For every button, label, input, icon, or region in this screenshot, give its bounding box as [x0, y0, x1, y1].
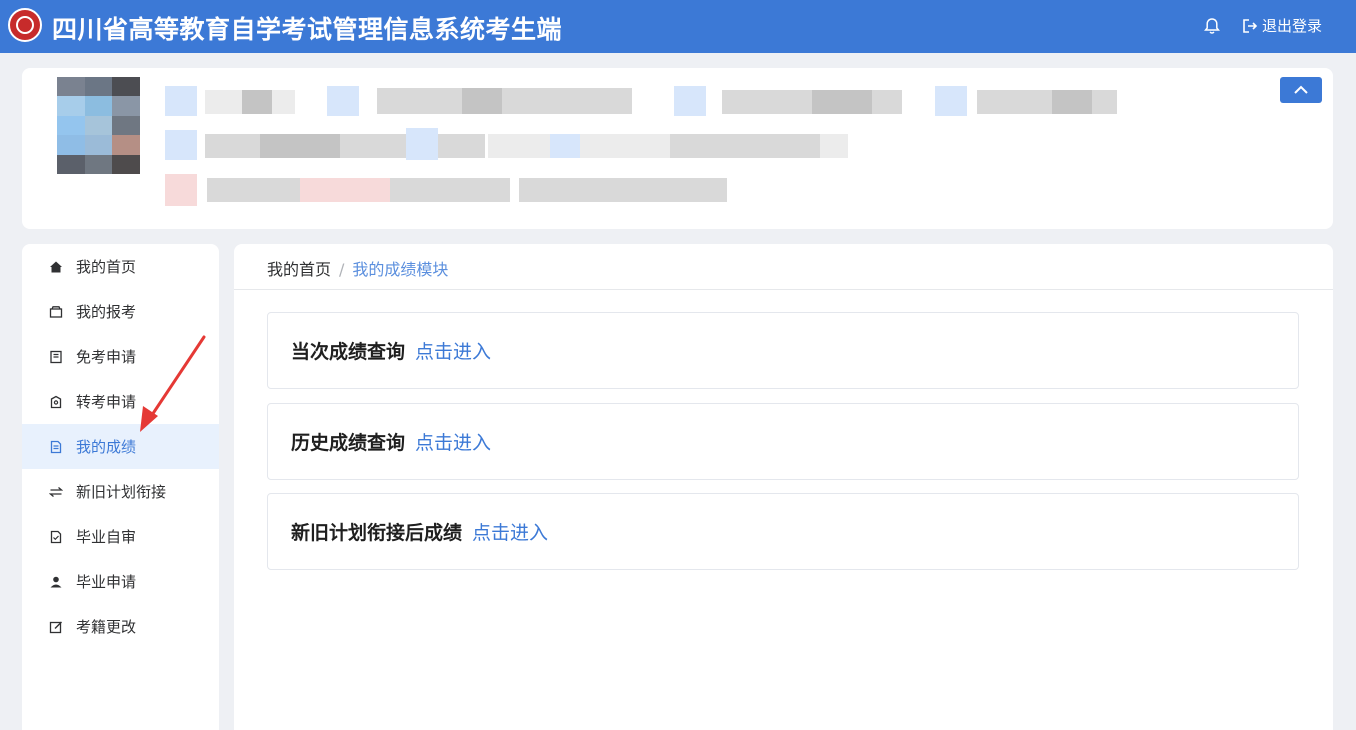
plan-transition-score-card: 新旧计划衔接后成绩 点击进入	[267, 493, 1299, 570]
sidebar-item-label: 新旧计划衔接	[76, 483, 167, 501]
redacted-field	[977, 90, 1117, 114]
box-icon	[49, 305, 63, 318]
logout-button[interactable]: 退出登录	[1242, 15, 1322, 36]
breadcrumb-current: 我的成绩模块	[352, 260, 449, 279]
redacted-field	[670, 134, 820, 158]
sidebar-item-record-change[interactable]: 考籍更改	[22, 604, 219, 649]
sidebar-nav: 我的首页 我的报考 免考申请 转考申请 我的成绩 新旧计划衔接 毕业自审 毕业申…	[22, 244, 219, 730]
sidebar-item-transfer[interactable]: 转考申请	[22, 379, 219, 424]
edit-icon	[49, 621, 62, 633]
app-title: 四川省高等教育自学考试管理信息系统考生端	[52, 15, 563, 44]
card-title: 当次成绩查询	[291, 341, 406, 363]
current-score-query-card: 当次成绩查询 点击进入	[267, 312, 1299, 389]
sidebar-item-label: 我的成绩	[76, 438, 137, 456]
sidebar-item-label: 毕业自审	[76, 528, 137, 546]
sidebar-item-graduation-self-review[interactable]: 毕业自审	[22, 514, 219, 559]
sidebar-item-exam-registration[interactable]: 我的报考	[22, 289, 219, 334]
redacted-field	[300, 178, 390, 202]
university-logo-icon	[8, 8, 42, 42]
redacted-icon	[406, 128, 438, 160]
redacted-icon	[165, 130, 197, 160]
sidebar-item-my-scores[interactable]: 我的成绩	[22, 424, 219, 469]
redacted-icon	[327, 86, 359, 116]
redacted-icon	[935, 86, 967, 116]
sidebar-item-graduation-application[interactable]: 毕业申请	[22, 559, 219, 604]
report-icon	[50, 440, 62, 453]
breadcrumb-home[interactable]: 我的首页	[267, 260, 331, 279]
redacted-field	[519, 178, 727, 202]
redacted-field	[377, 88, 632, 114]
redacted-field	[550, 134, 580, 158]
redacted-field	[205, 134, 485, 158]
collapse-profile-button[interactable]	[1280, 77, 1322, 103]
sidebar-item-label: 我的报考	[76, 303, 137, 321]
sidebar-item-plan-transition[interactable]: 新旧计划衔接	[22, 469, 219, 514]
redacted-field	[1052, 90, 1092, 114]
swap-icon	[49, 486, 63, 497]
redacted-icon	[674, 86, 706, 116]
enter-link[interactable]: 点击进入	[415, 428, 491, 455]
sidebar-item-label: 转考申请	[76, 393, 137, 411]
chevron-up-icon	[1294, 85, 1308, 94]
redacted-icon	[165, 86, 197, 116]
main-panel: 我的首页 / 我的成绩模块 当次成绩查询 点击进入 历史成绩查询 点击进入 新旧计划…	[234, 244, 1333, 730]
redacted-field	[242, 90, 272, 114]
document-icon	[50, 350, 62, 363]
card-title: 新旧计划衔接后成绩	[291, 522, 463, 544]
card-title: 历史成绩查询	[291, 432, 406, 454]
sidebar-item-label: 考籍更改	[76, 618, 137, 636]
redacted-field	[462, 88, 502, 114]
sidebar-item-label: 毕业申请	[76, 573, 137, 591]
transfer-doc-icon	[50, 395, 62, 408]
user-icon	[50, 576, 62, 587]
history-score-query-card: 历史成绩查询 点击进入	[267, 403, 1299, 480]
logout-label: 退出登录	[1262, 17, 1323, 35]
avatar	[57, 77, 140, 174]
redacted-field	[260, 134, 340, 158]
profile-card	[22, 68, 1333, 229]
breadcrumb-separator: /	[339, 260, 345, 279]
breadcrumb: 我的首页 / 我的成绩模块	[267, 256, 448, 280]
top-header: 四川省高等教育自学考试管理信息系统考生端 退出登录	[0, 0, 1356, 53]
sidebar-item-home[interactable]: 我的首页	[22, 244, 219, 289]
bell-icon[interactable]	[1204, 17, 1222, 35]
redacted-field	[812, 90, 872, 114]
sidebar-item-exemption[interactable]: 免考申请	[22, 334, 219, 379]
breadcrumb-divider	[234, 289, 1333, 290]
redacted-icon	[165, 174, 197, 206]
sidebar-item-label: 我的首页	[76, 258, 137, 276]
file-check-icon	[50, 530, 62, 543]
home-icon	[50, 261, 62, 272]
logout-icon	[1243, 18, 1258, 33]
enter-link[interactable]: 点击进入	[415, 337, 491, 364]
enter-link[interactable]: 点击进入	[472, 518, 548, 545]
sidebar-item-label: 免考申请	[76, 348, 137, 366]
